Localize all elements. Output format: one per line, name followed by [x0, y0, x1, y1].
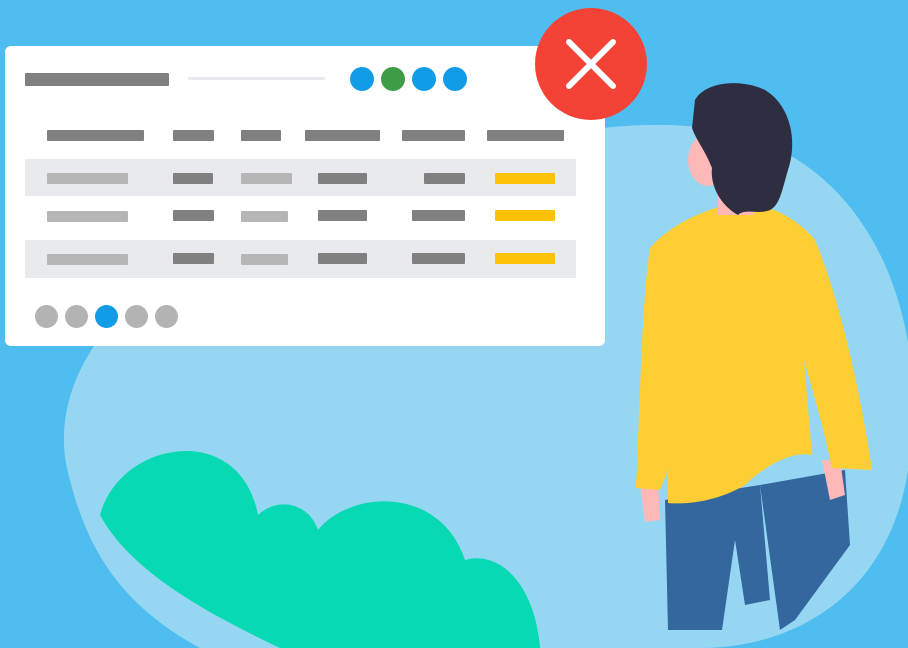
page-dot-1[interactable] [35, 305, 58, 328]
title-underline [188, 77, 325, 80]
column-header [305, 130, 380, 141]
status-cell [495, 253, 555, 264]
page-dot-5[interactable] [155, 305, 178, 328]
table-cell [412, 210, 465, 221]
table-cell [47, 173, 128, 184]
column-header [402, 130, 465, 141]
status-cell [495, 210, 555, 221]
status-dot-2[interactable] [381, 67, 405, 91]
column-header [173, 130, 214, 141]
page-dot-2[interactable] [65, 305, 88, 328]
status-cell [495, 173, 555, 184]
table-cell [424, 173, 465, 184]
page-dot-4[interactable] [125, 305, 148, 328]
table-cell [318, 253, 367, 264]
table-cell [318, 210, 367, 221]
close-button[interactable] [535, 8, 647, 120]
table-cell [412, 253, 465, 264]
table-cell [241, 254, 288, 265]
table-cell [318, 173, 367, 184]
card-title-placeholder [25, 73, 169, 86]
table-cell [47, 211, 128, 222]
column-header [47, 130, 144, 141]
table-card [5, 46, 605, 346]
page-dot-3-current[interactable] [95, 305, 118, 328]
table-cell [173, 173, 213, 184]
close-x-icon [566, 39, 616, 89]
table-cell [47, 254, 128, 265]
table-cell [173, 253, 214, 264]
table-cell [241, 211, 288, 222]
status-dot-1[interactable] [350, 67, 374, 91]
status-dot-3[interactable] [412, 67, 436, 91]
table-cell [173, 210, 214, 221]
column-header [487, 130, 564, 141]
column-header [241, 130, 281, 141]
table-cell [241, 173, 292, 184]
status-dot-4[interactable] [443, 67, 467, 91]
